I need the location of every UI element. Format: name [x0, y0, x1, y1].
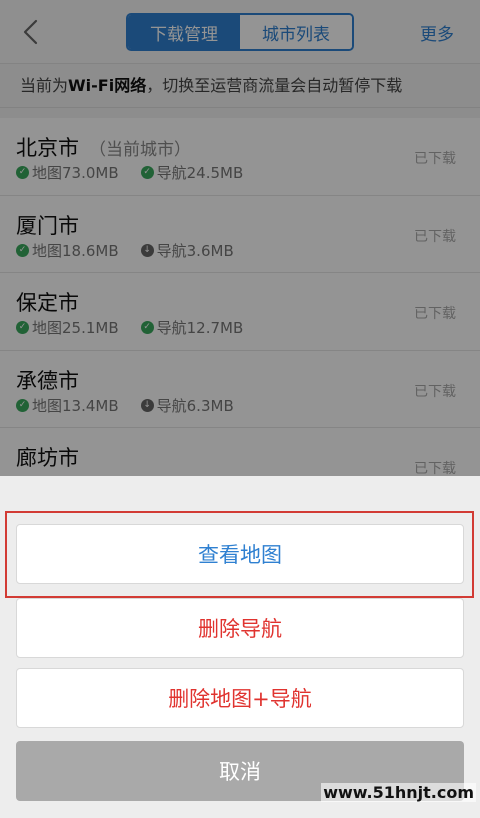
watermark: www.51hnjt.com — [321, 783, 476, 802]
dim-overlay[interactable] — [0, 0, 480, 476]
highlight-box — [5, 511, 474, 598]
delete-nav-button[interactable]: 删除导航 — [16, 598, 464, 658]
delete-map-nav-button[interactable]: 删除地图+导航 — [16, 668, 464, 728]
action-sheet: 查看地图 删除导航 删除地图+导航 取消 — [0, 476, 480, 818]
